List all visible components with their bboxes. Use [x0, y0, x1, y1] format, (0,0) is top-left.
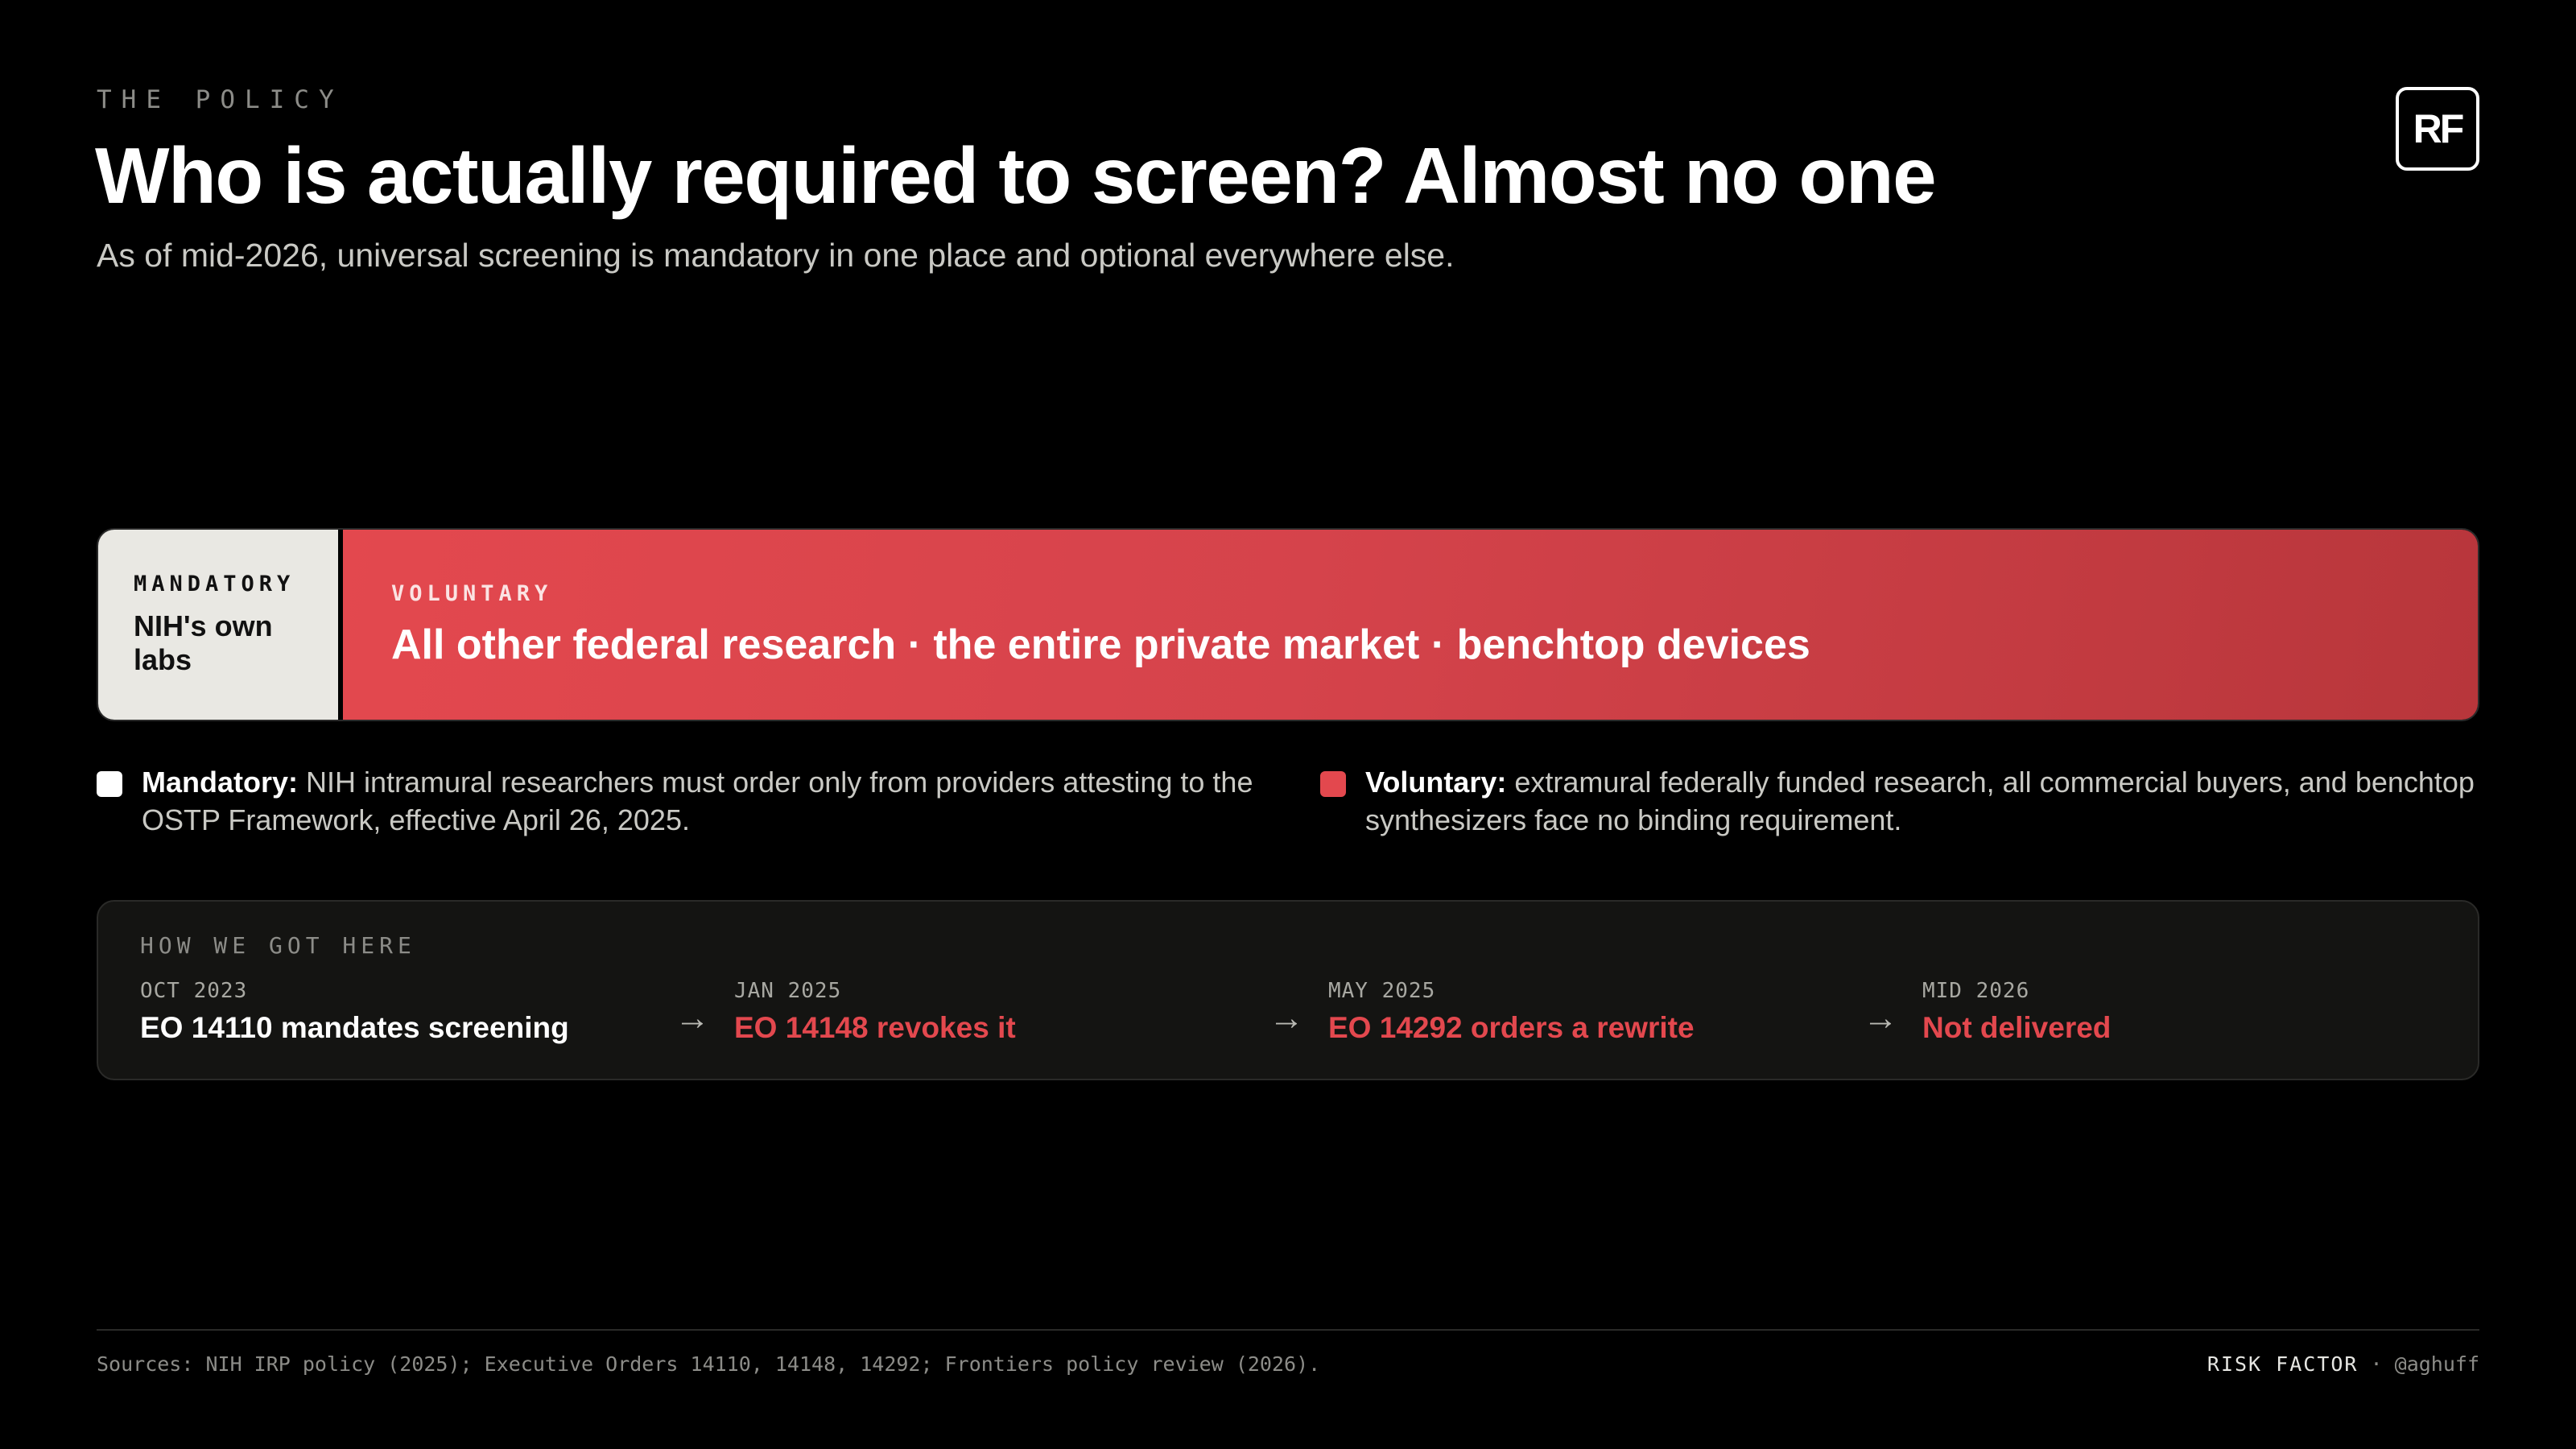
mandatory-label: MANDATORY: [134, 572, 295, 597]
timeline-event: EO 14292 orders a rewrite: [1328, 1011, 1695, 1044]
slide: THE POLICY Who is actually required to s…: [0, 0, 2576, 1449]
voluntary-label: VOLUNTARY: [391, 581, 553, 606]
mandatory-text: NIH's own labs: [134, 609, 273, 676]
footer-brand: RISK FACTOR · @aghuff: [2207, 1352, 2479, 1376]
arrow-right-icon: →: [1863, 998, 1898, 1038]
legend-voluntary: Voluntary: extramural federally funded r…: [1320, 763, 2479, 839]
legend-term: Mandatory:: [142, 766, 299, 799]
timeline-date: MAY 2025: [1328, 979, 1436, 1003]
timeline-panel: HOW WE GOT HERE OCT 2023 EO 14110 mandat…: [97, 900, 2479, 1080]
timeline-step-mid-2026: MID 2026 Not delivered: [1922, 979, 2111, 1045]
legend-swatch-mandatory: [97, 771, 122, 797]
timeline-event: Not delivered: [1922, 1011, 2112, 1044]
legend-text-mandatory: Mandatory: NIH intramural researchers mu…: [142, 763, 1288, 839]
section-eyebrow: THE POLICY: [97, 85, 344, 114]
arrow-right-icon: →: [675, 998, 710, 1038]
footer-separator: ·: [2358, 1352, 2395, 1376]
brand-name: RISK FACTOR: [2207, 1352, 2359, 1376]
page-title: Who is actually required to screen? Almo…: [95, 131, 1937, 220]
legend-text-voluntary: Voluntary: extramural federally funded r…: [1365, 763, 2479, 839]
arrow-right-icon: →: [1269, 998, 1304, 1038]
mandatory-segment: MANDATORY NIH's own labs: [98, 530, 338, 720]
timeline-step-oct-2023: OCT 2023 EO 14110 mandates screening: [140, 979, 569, 1045]
legend-swatch-voluntary: [1320, 771, 1346, 797]
legend-mandatory: Mandatory: NIH intramural researchers mu…: [97, 763, 1288, 839]
timeline-date: JAN 2025: [734, 979, 842, 1003]
voluntary-text: All other federal research · the entire …: [391, 621, 1810, 668]
legend-description: extramural federally funded research, al…: [1365, 766, 2475, 836]
timeline-step-jan-2025: JAN 2025 EO 14148 revokes it: [734, 979, 1016, 1045]
timeline-event: EO 14110 mandates screening: [140, 1011, 569, 1044]
author-handle: @aghuff: [2394, 1352, 2479, 1376]
screening-split-bar: MANDATORY NIH's own labs VOLUNTARY All o…: [97, 528, 2479, 721]
legend-description: NIH intramural researchers must order on…: [142, 766, 1253, 836]
timeline-step-may-2025: MAY 2025 EO 14292 orders a rewrite: [1328, 979, 1695, 1045]
footer-divider: [97, 1329, 2479, 1331]
page-subtitle: As of mid-2026, universal screening is m…: [97, 237, 1455, 274]
voluntary-segment: VOLUNTARY All other federal research · t…: [343, 530, 2478, 720]
timeline-heading: HOW WE GOT HERE: [140, 932, 416, 959]
timeline-date: MID 2026: [1922, 979, 2030, 1003]
rf-logo: RF: [2396, 87, 2479, 171]
footer-sources: Sources: NIH IRP policy (2025); Executiv…: [97, 1352, 1321, 1376]
timeline-event: EO 14148 revokes it: [734, 1011, 1016, 1044]
legend-term: Voluntary:: [1365, 766, 1507, 799]
timeline-date: OCT 2023: [140, 979, 248, 1003]
